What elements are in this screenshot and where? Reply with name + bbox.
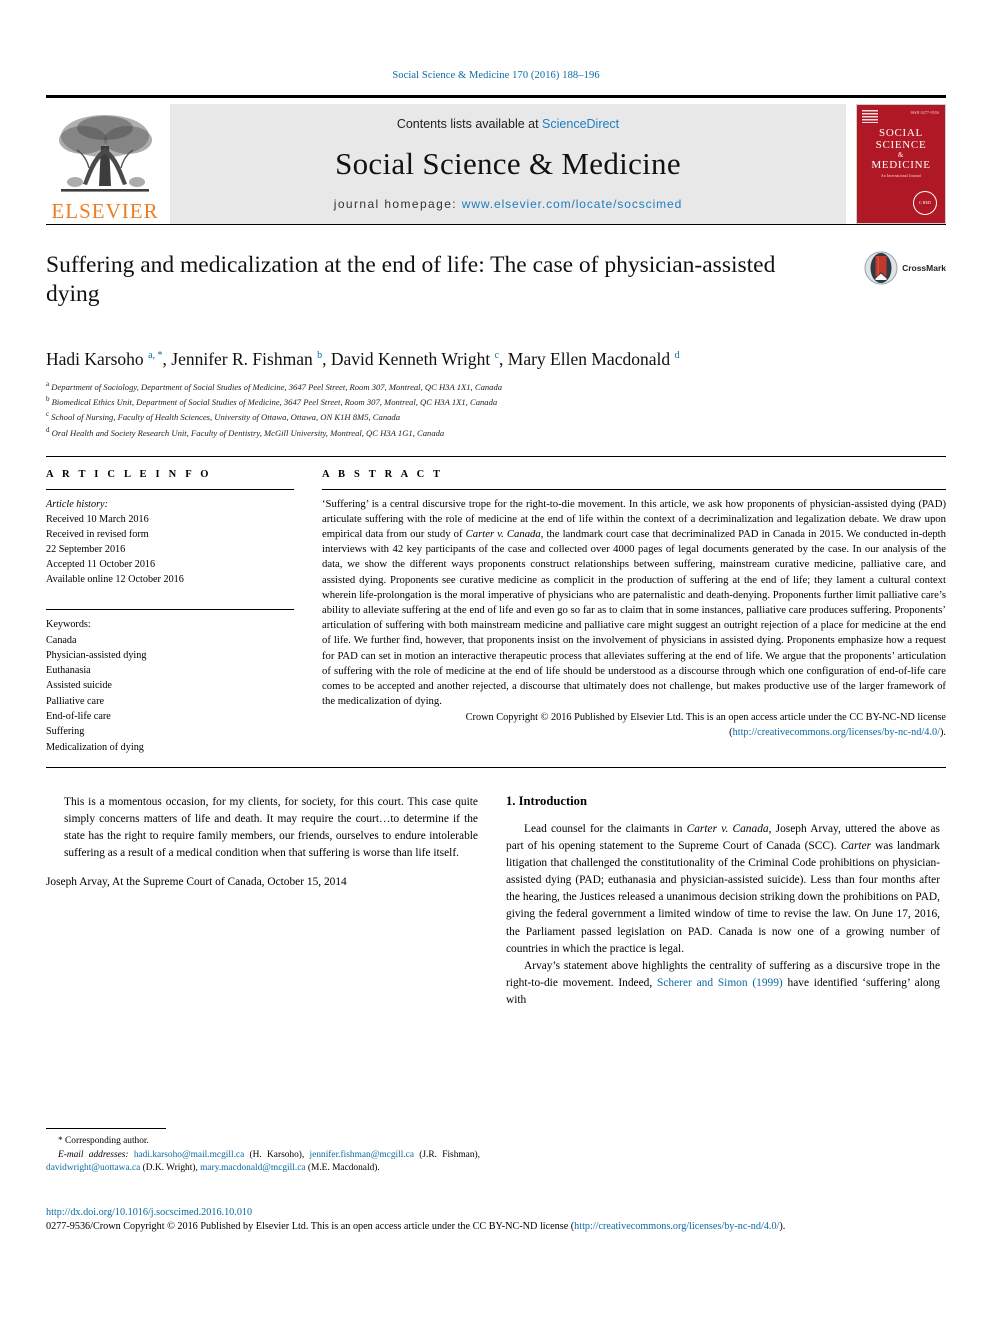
- page-footer: http://dx.doi.org/10.1016/j.socscimed.20…: [46, 1205, 946, 1235]
- affiliation-text: School of Nursing, Faculty of Health Sci…: [51, 412, 401, 423]
- issn-copyright-line: 0277-9536/Crown Copyright © 2016 Publish…: [46, 1221, 786, 1233]
- journal-homepage-line: journal homepage: www.elsevier.com/locat…: [334, 197, 682, 211]
- title-block: Suffering and medicalization at the end …: [46, 251, 946, 329]
- left-column: This is a momentous occasion, for my cli…: [46, 794, 480, 1009]
- abstract-rule: [322, 488, 946, 490]
- affiliation-marker: d: [46, 425, 50, 434]
- running-head: Social Science & Medicine 170 (2016) 188…: [392, 70, 600, 81]
- intro-paragraph-2: Arvay’s statement above highlights the c…: [506, 959, 940, 1007]
- corresponding-author-text: * Corresponding author.: [58, 1136, 149, 1146]
- affiliation-text: Oral Health and Society Research Unit, F…: [51, 427, 445, 438]
- masthead-bottom-rule: [46, 224, 946, 225]
- history-item: Received 10 March 2016: [46, 513, 149, 525]
- corresponding-author-note: * Corresponding author.: [46, 1135, 480, 1149]
- cover-title-line1: SOCIAL: [879, 127, 923, 139]
- abstract-column: A B S T R A C T ‘Suffering’ is a central…: [322, 469, 946, 755]
- cover-ampersand: &: [897, 150, 905, 159]
- email-label: E-mail addresses:: [58, 1149, 129, 1160]
- keyword-item: Suffering: [46, 726, 85, 738]
- keywords-label: Keywords:: [46, 619, 91, 631]
- keywords-rule: [46, 609, 294, 611]
- footnote-block: * Corresponding author. E-mail addresses…: [46, 1128, 480, 1176]
- body-columns: This is a momentous occasion, for my cli…: [46, 794, 946, 1009]
- journal-cover-thumbnail: ISSN 0277-9536 SOCIAL SCIENCE & MEDICINE…: [856, 104, 946, 224]
- masthead-top-rule: [46, 95, 946, 98]
- journal-homepage-link[interactable]: www.elsevier.com/locate/socscimed: [462, 197, 682, 211]
- cover-subtitle: An International Journal: [881, 173, 921, 178]
- elsevier-tree-icon: [59, 115, 152, 192]
- history-item: Available online 12 October 2016: [46, 574, 184, 586]
- journal-masthead: ELSEVIER Contents lists available at Sci…: [46, 104, 946, 224]
- affiliation-marker: c: [46, 410, 50, 419]
- affiliation-item: b Biomedical Ethics Unit, Department of …: [46, 394, 946, 409]
- crossmark-badge[interactable]: CrossMark: [864, 251, 946, 285]
- affiliation-marker: a: [46, 380, 50, 388]
- affiliation-text: Biomedical Ethics Unit, Department of So…: [51, 397, 498, 408]
- article-info-heading: A R T I C L E I N F O: [46, 468, 212, 480]
- affiliation-text: Department of Sociology, Department of S…: [51, 381, 503, 392]
- sciencedirect-link[interactable]: ScienceDirect: [542, 117, 619, 131]
- history-item: 22 September 2016: [46, 543, 126, 555]
- crossmark-label: CrossMark: [902, 263, 946, 273]
- history-item: Received in revised form: [46, 528, 149, 540]
- cover-title: SOCIAL SCIENCE & MEDICINE An Internation…: [871, 127, 930, 178]
- keyword-item: Physician-assisted dying: [46, 649, 147, 661]
- abstract-bottom-rule: [46, 766, 946, 768]
- abstract-heading: A B S T R A C T: [322, 468, 444, 480]
- page-title: Suffering and medicalization at the end …: [46, 252, 776, 308]
- elsevier-logo: ELSEVIER: [46, 104, 164, 224]
- affiliation-item: a Department of Sociology, Department of…: [46, 379, 946, 394]
- affiliation-marker: b: [46, 395, 50, 404]
- cover-title-line2: SCIENCE: [875, 139, 927, 152]
- footnote-rule: [46, 1128, 166, 1129]
- affiliation-list: a Department of Sociology, Department of…: [46, 379, 946, 440]
- contents-line: Contents lists available at ScienceDirec…: [397, 117, 619, 131]
- keyword-item: Assisted suicide: [46, 680, 112, 692]
- email-addresses-note: E-mail addresses: hadi.karsoho@mail.mcgi…: [46, 1149, 480, 1176]
- epigraph-quote: This is a momentous occasion, for my cli…: [64, 795, 478, 860]
- keyword-item: Medicalization of dying: [46, 741, 144, 753]
- right-column: 1. Introduction Lead counsel for the cla…: [506, 794, 940, 1009]
- cover-issn-note: ISSN 0277-9536: [910, 111, 939, 115]
- epigraph-attribution: Joseph Arvay, At the Supreme Court of Ca…: [46, 876, 347, 889]
- abstract-copyright: Crown Copyright © 2016 Published by Else…: [465, 712, 946, 738]
- article-info-rule: [46, 488, 294, 490]
- keyword-item: End-of-life care: [46, 711, 111, 723]
- crossmark-icon: [864, 251, 898, 285]
- keyword-item: Canada: [46, 634, 77, 646]
- article-history-label: Article history:: [46, 498, 108, 510]
- homepage-prefix: journal homepage:: [333, 197, 462, 211]
- article-page: Social Science & Medicine 170 (2016) 188…: [0, 0, 992, 1323]
- masthead-center: Contents lists available at ScienceDirec…: [170, 104, 846, 224]
- cover-seal-icon: C RED: [913, 191, 937, 215]
- affiliation-item: c School of Nursing, Faculty of Health S…: [46, 409, 946, 424]
- article-history-group: Article history: Received 10 March 2016 …: [46, 497, 294, 588]
- contents-prefix: Contents lists available at: [396, 117, 543, 131]
- doi-link[interactable]: http://dx.doi.org/10.1016/j.socscimed.20…: [46, 1205, 946, 1220]
- author-list: Hadi Karsoho a, *, Jennifer R. Fishman b…: [46, 349, 680, 369]
- section-heading-introduction: 1. Introduction: [506, 793, 587, 808]
- info-abstract-section: A R T I C L E I N F O Article history: R…: [46, 455, 946, 755]
- intro-paragraph-1: Lead counsel for the claimants in Carter…: [506, 822, 940, 955]
- article-info-column: A R T I C L E I N F O Article history: R…: [46, 469, 294, 755]
- abstract-text: ‘Suffering’ is a central discursive trop…: [322, 497, 946, 708]
- history-item: Accepted 11 October 2016: [46, 559, 156, 571]
- cover-title-line3: MEDICINE: [871, 158, 931, 171]
- keyword-item: Palliative care: [46, 695, 104, 707]
- affiliation-item: d Oral Health and Society Research Unit,…: [46, 425, 946, 440]
- cover-barcode-icon: [862, 110, 878, 123]
- journal-title: Social Science & Medicine: [335, 146, 681, 181]
- elsevier-wordmark: ELSEVIER: [51, 199, 159, 223]
- keyword-item: Euthanasia: [46, 665, 91, 677]
- keywords-group: Keywords: Canada Physician-assisted dyin…: [46, 617, 294, 755]
